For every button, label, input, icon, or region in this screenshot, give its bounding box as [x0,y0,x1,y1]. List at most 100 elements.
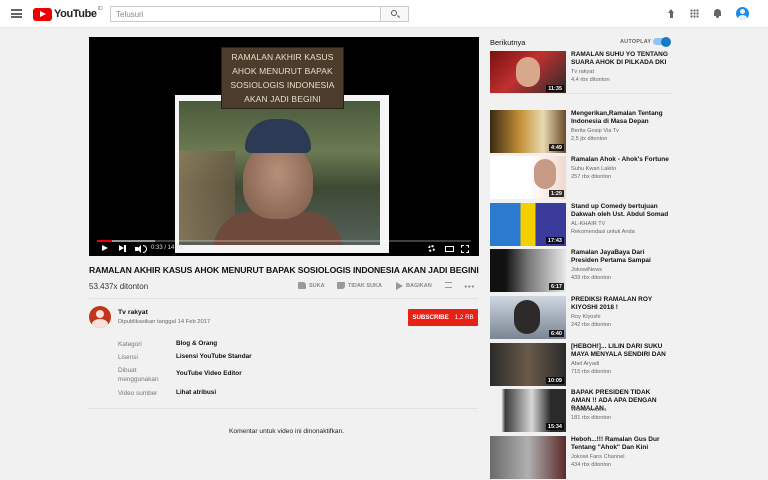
meta-value[interactable]: Lihat atribusi [176,389,216,396]
rec-channel: Abel Aryadi [571,361,600,367]
rec-channel: Suhu Kwan Lakito [571,166,617,172]
recommended-video[interactable]: Heboh...!!! Ramalan Gus Dur Tentang "Aho… [490,436,670,480]
meta-value[interactable]: Blog & Orang [176,340,217,347]
rec-title[interactable]: Ramalan JayaBaya Dari Presiden Pertama S… [571,249,671,265]
account-avatar[interactable] [736,7,749,20]
rec-views: 434 rbx ditonton [571,462,612,468]
video-person [213,119,343,245]
upload-icon[interactable] [667,9,676,18]
dislike-label: TIDAK SUKA [348,282,382,289]
next-icon[interactable] [119,244,126,252]
rec-channel: Roy Kiyoshi [571,314,601,320]
youtube-logo[interactable]: YouTube ID [33,6,103,21]
duration-badge: 4:49 [548,144,564,151]
channel-name[interactable]: Tv rakyat [118,309,148,316]
duration-badge: 15:34 [545,423,564,430]
rec-views: 181 rbx ditonton [571,415,612,421]
recommended-video[interactable]: 6:40 PREDIKSI RAMALAN ROY KIYOSHI 2018 !… [490,296,670,340]
rec-channel: JokowiNews [571,267,603,273]
recommended-video[interactable]: 15:34 BAPAK PRESIDEN TIDAK AMAN !! ADA A… [490,389,670,433]
rec-views: 4,4 rbx ditonton [571,77,610,83]
rec-title[interactable]: PREDIKSI RAMALAN ROY KIYOSHI 2018 ! [571,296,671,312]
duration-badge: 11:35 [546,85,564,92]
like-button[interactable]: SUKA [298,282,325,289]
up-next-heading: Berikutnya [490,38,526,47]
apps-icon[interactable] [690,9,699,18]
recommended-video[interactable]: 11:35 RAMALAN SUHU YO TENTANG SUARA AHOK… [490,51,670,95]
theater-mode-icon[interactable] [445,246,454,252]
rec-title[interactable]: [HEBOH!]... LILIN DARI SUKU MAYA MENYALA… [571,343,671,359]
add-to-playlist-button[interactable] [445,282,455,288]
recommended-video[interactable]: 17:43 Stand up Comedy bertujuan Dakwah o… [490,203,670,247]
share-icon [396,282,403,290]
subscribe-label: SUBSCRIBE [412,314,449,321]
channel-avatar[interactable] [89,306,111,328]
sidebar-divider [490,93,672,94]
person-hat [245,119,311,153]
duration-badge: 10:09 [545,377,564,384]
duration-badge: 1:29 [548,190,564,197]
dislike-button[interactable]: TIDAK SUKA [337,282,382,289]
duration-badge: 6:17 [548,283,564,290]
video-thumbnail[interactable]: 17:43 [490,203,566,246]
search-icon [391,10,397,16]
thumbs-down-icon [337,282,345,289]
meta-key: Kategori [118,341,142,348]
video-thumbnail[interactable]: 11:35 [490,51,566,94]
rec-channel: Jokowi Fans Channel [571,454,625,460]
recommended-video[interactable]: 4:49 Mengerikan,Ramalan Tentang Indonesi… [490,110,670,154]
share-label: BAGIKAN [406,283,432,289]
more-actions-button[interactable] [464,285,474,288]
search-button[interactable] [381,6,409,22]
top-bar: YouTube ID Telusuri [0,0,768,28]
rec-title[interactable]: RAMALAN SUHU YO TENTANG SUARA AHOK DI PI… [571,51,671,67]
rec-views: 2,5 jtx ditonton [571,136,608,142]
duration-badge: 6:40 [548,330,564,337]
logo-region: ID [97,6,103,12]
time-display: 0:33 / 14:01 [151,245,183,251]
video-thumbnail[interactable]: 4:49 [490,110,566,153]
youtube-play-icon [33,7,52,21]
meta-value[interactable]: Lisensi YouTube Standar [176,353,252,360]
meta-key: Video sumber [118,390,158,397]
search-input[interactable]: Telusuri [110,6,381,22]
volume-icon[interactable] [135,244,147,253]
autoplay-toggle[interactable] [653,36,671,47]
video-thumbnail[interactable]: 6:17 [490,249,566,292]
video-thumbnail[interactable]: 1:29 [490,156,566,199]
add-to-playlist-icon [445,282,452,288]
video-caption: RAMALAN AKHIR KASUS AHOK MENURUT BAPAK S… [221,47,344,109]
duration-badge: 17:43 [545,237,564,244]
rec-channel: Willedravastra [571,407,607,413]
video-thumbnail[interactable]: 6:40 [490,296,566,339]
menu-icon[interactable] [11,9,22,18]
rec-title[interactable]: Stand up Comedy bertujuan Dakwah oleh Us… [571,203,671,219]
video-thumbnail[interactable]: 10:09 [490,343,566,386]
rec-title[interactable]: Heboh...!!! Ramalan Gus Dur Tentang "Aho… [571,436,671,452]
meta-key: Dibuat menggunakan [118,367,159,383]
recommended-video[interactable]: 10:09 [HEBOH!]... LILIN DARI SUKU MAYA M… [490,343,670,387]
rec-title[interactable]: Mengerikan,Ramalan Tentang Indonesia di … [571,110,671,126]
rec-title[interactable]: Ramalan Ahok - Ahok's Fortune [571,156,671,164]
meta-value[interactable]: YouTube Video Editor [176,370,242,377]
recommended-video[interactable]: 6:17 Ramalan JayaBaya Dari Presiden Pert… [490,249,670,293]
video-frame [175,95,389,253]
thumbs-up-icon [298,282,306,289]
settings-gear-icon[interactable] [428,245,435,252]
player-controls: 0:33 / 14:01 [89,242,479,256]
video-thumbnail[interactable]: 15:34 [490,389,566,432]
share-button[interactable]: BAGIKAN [396,282,432,290]
autoplay-label: AUTOPLAY [620,39,652,45]
video-title: RAMALAN AKHIR KASUS AHOK MENURUT BAPAK S… [89,265,479,275]
more-icon [464,285,474,288]
play-icon[interactable] [102,245,108,251]
notifications-icon[interactable] [713,9,722,18]
video-thumbnail[interactable] [490,436,566,479]
subscribe-button[interactable]: SUBSCRIBE 1,2 RB [408,309,478,326]
video-player[interactable]: RAMALAN AKHIR KASUS AHOK MENURUT BAPAK S… [89,37,479,256]
recommended-video[interactable]: 1:29 Ramalan Ahok - Ahok's Fortune Suhu … [490,156,670,200]
divider [89,408,478,409]
fullscreen-icon[interactable] [461,245,469,253]
rec-views: 257 rbx ditonton [571,174,612,180]
subscriber-count: 1,2 RB [454,314,474,321]
